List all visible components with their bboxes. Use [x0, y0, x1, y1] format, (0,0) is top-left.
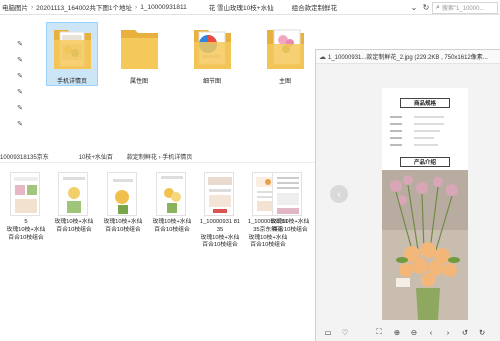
- folder-icon: [121, 30, 158, 69]
- spec-row: [390, 135, 460, 141]
- search-input[interactable]: ⌕ 搜索"1_10000...: [432, 1, 498, 14]
- breadcrumb-item[interactable]: 10枝+水仙百: [79, 152, 113, 161]
- thumbnail-caption: 玫瑰10枝+水仙 百合10枝组合: [103, 219, 143, 233]
- search-icon: ⌕: [436, 3, 440, 11]
- spec-row: [390, 128, 460, 134]
- subfolder-breadcrumb[interactable]: 10009318135京东 10枝+水仙百 款定制鲜花 › 手机详情页: [0, 150, 315, 163]
- pin-icon[interactable]: ✎: [16, 72, 24, 88]
- pin-icon[interactable]: ✎: [16, 104, 24, 120]
- breadcrumb-item[interactable]: 10009318135京东: [0, 152, 49, 161]
- folder-with-preview-icon: [54, 30, 91, 69]
- search-placeholder: 搜索"1_10000...: [441, 6, 485, 12]
- next-icon[interactable]: ›: [442, 326, 454, 338]
- thumbnail-caption: 玫瑰10枝+水仙 百合10枝组合: [54, 219, 94, 233]
- thumbnail-caption: 1_10000931 81 35 玫瑰10枝+水仙 百合10枝组合: [199, 219, 241, 249]
- folder-open-icon[interactable]: ▭: [322, 326, 334, 338]
- thumbnail-image: [272, 172, 302, 216]
- refresh-icon[interactable]: ↻: [420, 2, 432, 14]
- previous-icon[interactable]: ‹: [425, 326, 437, 338]
- rotate-left-icon[interactable]: ↺: [459, 326, 471, 338]
- cloud-icon: ☁: [319, 53, 326, 61]
- breadcrumb-item[interactable]: 款定制鲜花 › 手机详情页: [127, 152, 192, 161]
- previous-image-button[interactable]: ‹: [330, 185, 348, 203]
- folder-with-preview-icon: [267, 29, 304, 69]
- thumbnail-caption: 玫瑰10枝+水仙 百合10枝组合: [270, 219, 310, 233]
- address-bar[interactable]: 电脑图片 › 20201113_164002共下图1个地址 › 1_100009…: [0, 0, 500, 15]
- thumbnail-image: [204, 172, 234, 216]
- breadcrumb-item[interactable]: 1_10000931811: [140, 4, 187, 11]
- file-explorer-window: 电脑图片 › 20201113_164002共下图1个地址 › 1_100009…: [0, 0, 500, 341]
- chevron-right-icon: ›: [135, 3, 138, 11]
- chevron-left-icon: ‹: [337, 188, 341, 200]
- spec-row: [390, 121, 460, 127]
- zoom-out-icon[interactable]: ⊖: [408, 326, 420, 338]
- spec-row: [390, 114, 460, 120]
- pin-icon[interactable]: ✎: [16, 120, 24, 136]
- intro-header: 产品介绍: [400, 157, 450, 167]
- viewer-title-bar: ☁ 1_10000931...款定制鲜花_2.jpg (229.2KB , 75…: [316, 50, 500, 64]
- spec-header: 商品规格: [400, 98, 450, 108]
- viewer-document-image: 商品规格 产品介绍: [382, 88, 468, 320]
- breadcrumb-item[interactable]: 20201113_164002共下图1个地址: [36, 2, 132, 12]
- breadcrumb[interactable]: 电脑图片 › 20201113_164002共下图1个地址 › 1_100009…: [0, 0, 337, 15]
- flower-bouquet-photo: [382, 170, 468, 320]
- folder-label: 手机详情页: [56, 79, 87, 85]
- breadcrumb-item[interactable]: 组合款定制鲜花: [292, 2, 338, 12]
- thumbnail-caption: 玫瑰10枝+水仙 百合10枝组合: [152, 219, 192, 233]
- pin-icon[interactable]: ✎: [16, 56, 24, 72]
- thumbnail-image: [156, 172, 186, 216]
- viewer-title: 1_10000931...款定制鲜花_2.jpg (229.2KB , 750x…: [328, 55, 488, 61]
- breadcrumb-item[interactable]: 电脑图片: [2, 2, 28, 12]
- pin-icon[interactable]: ✎: [16, 88, 24, 104]
- spec-row: [390, 142, 460, 148]
- image-viewer-panel: ☁ 1_10000931...款定制鲜花_2.jpg (229.2KB , 75…: [315, 49, 500, 341]
- thumbnail-image: [10, 172, 40, 216]
- folder-with-preview-icon: [194, 30, 231, 69]
- viewer-toolbar: ▭ ♡ ⛶ ⊕ ⊖ ‹ › ↺ ↻: [316, 323, 500, 341]
- folder-label: 属性图: [129, 79, 148, 85]
- chevron-right-icon: ›: [31, 3, 34, 11]
- breadcrumb-item[interactable]: 花 雪山玫瑰10枝+水仙: [209, 2, 274, 12]
- pin-icon[interactable]: ✎: [16, 40, 24, 56]
- heart-icon[interactable]: ♡: [339, 326, 351, 338]
- zoom-in-icon[interactable]: ⊕: [391, 326, 403, 338]
- chevron-down-icon[interactable]: ⌄: [408, 2, 420, 14]
- quick-access-pins: ✎ ✎ ✎ ✎ ✎ ✎: [16, 40, 24, 136]
- thumbnail-image: [58, 172, 88, 216]
- folder-label: 细节图: [202, 79, 221, 85]
- thumbnail-image: [107, 172, 137, 216]
- fit-screen-icon[interactable]: ⛶: [373, 326, 385, 338]
- rotate-right-icon[interactable]: ↻: [476, 326, 488, 338]
- folder-label: 主图: [278, 79, 291, 85]
- thumbnail-caption: 5 玫瑰10枝+水仙 百合10枝组合: [6, 219, 46, 241]
